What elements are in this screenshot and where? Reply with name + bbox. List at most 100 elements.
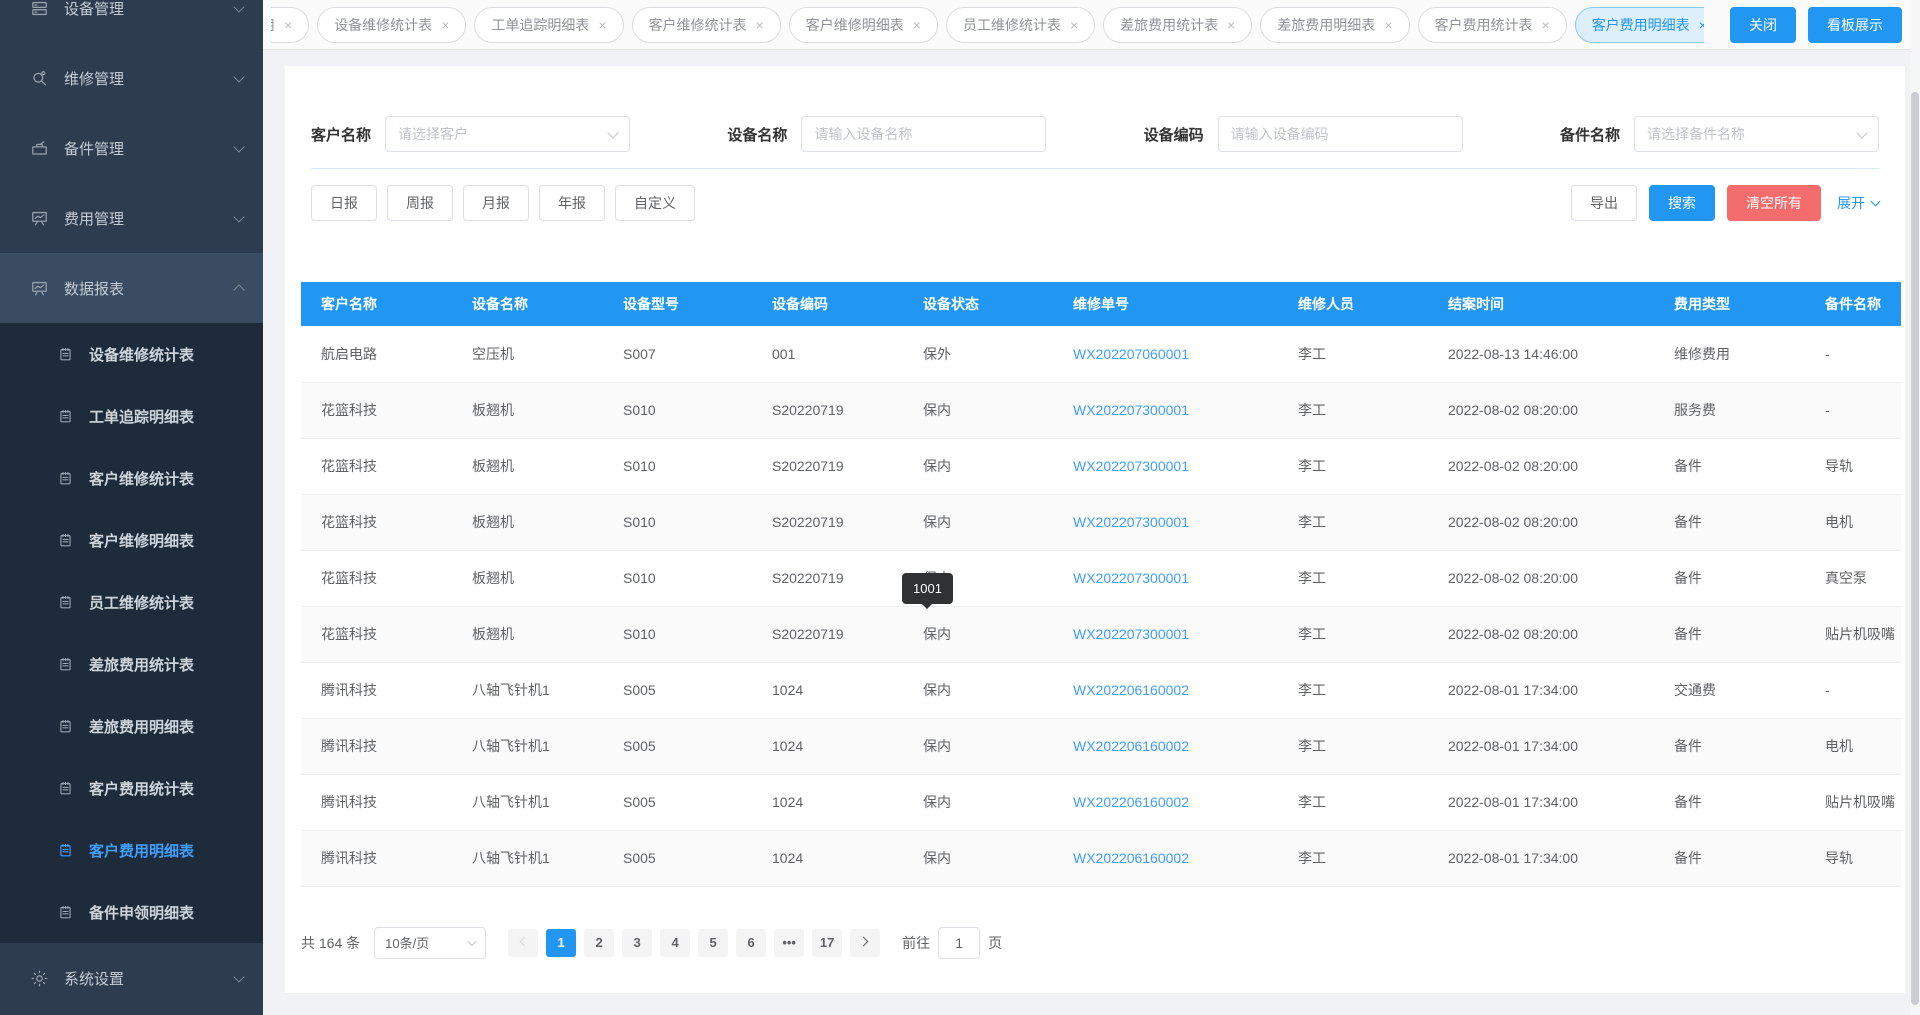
filter-input-1[interactable]	[801, 116, 1046, 152]
close-icon[interactable]: ×	[1384, 17, 1392, 33]
sidebar-item-4[interactable]: 数据报表	[0, 253, 263, 323]
sidebar-subitem-7[interactable]: 客户费用统计表	[0, 757, 263, 819]
table-cell: 2022-08-02 08:20:00	[1428, 550, 1654, 606]
tab-0[interactable]: 用×	[271, 7, 309, 43]
table-cell: S005	[603, 830, 752, 886]
period-button-0[interactable]: 日报	[311, 185, 377, 221]
prev-page-button[interactable]	[508, 929, 538, 957]
table-cell: 李工	[1278, 438, 1428, 494]
board-display-button[interactable]: 看板展示	[1808, 7, 1902, 43]
repair-order-link[interactable]: WX202207300001	[1053, 606, 1278, 662]
tab-2[interactable]: 工单追踪明细表×	[474, 7, 623, 43]
close-icon[interactable]: ×	[598, 17, 606, 33]
sidebar-subitem-2[interactable]: 客户维修统计表	[0, 447, 263, 509]
sidebar-subitem-label: 客户费用统计表	[89, 778, 194, 799]
table-row-2: 花篮科技板翘机S010S20220719保内WX202207300001李工20…	[301, 438, 1901, 494]
export-button[interactable]: 导出	[1571, 185, 1637, 221]
sidebar-item-5[interactable]: 系统设置	[0, 943, 263, 1013]
repair-order-link[interactable]: WX202206160002	[1053, 718, 1278, 774]
sidebar-menu: 设备管理维修管理备件管理费用管理数据报表设备维修统计表工单追踪明细表客户维修统计…	[0, 0, 263, 1013]
expand-link[interactable]: 展开	[1837, 193, 1879, 213]
table-cell: 八轴飞针机1	[452, 718, 603, 774]
period-button-3[interactable]: 年报	[539, 185, 605, 221]
page-button-4[interactable]: 4	[660, 929, 690, 957]
close-icon[interactable]: ×	[1070, 17, 1078, 33]
scrollbar-thumb[interactable]	[1911, 92, 1919, 1005]
page-button-3[interactable]: 3	[622, 929, 652, 957]
search-button[interactable]: 搜索	[1649, 185, 1715, 221]
goto-page-input[interactable]	[938, 927, 980, 959]
close-icon[interactable]: ×	[913, 17, 921, 33]
tab-1[interactable]: 设备维修统计表×	[317, 7, 466, 43]
table-cell: 空压机	[452, 326, 603, 382]
notebook-icon	[57, 904, 74, 921]
tooltip: 1001	[902, 573, 953, 604]
next-page-button[interactable]	[850, 929, 880, 957]
close-icon[interactable]: ×	[1542, 17, 1550, 33]
repair-order-link[interactable]: WX202207300001	[1053, 382, 1278, 438]
tab-4[interactable]: 客户维修明细表×	[789, 7, 938, 43]
close-icon[interactable]: ×	[1699, 17, 1704, 33]
page-button-17[interactable]: 17	[812, 929, 842, 957]
sidebar-item-3[interactable]: 费用管理	[0, 183, 263, 253]
repair-order-link[interactable]: WX202207300001	[1053, 494, 1278, 550]
filter-select-3[interactable]: 请选择备件名称	[1634, 116, 1879, 152]
close-icon[interactable]: ×	[1227, 17, 1235, 33]
tab-7[interactable]: 差旅费用明细表×	[1260, 7, 1409, 43]
sidebar-item-1[interactable]: 维修管理	[0, 43, 263, 113]
repair-order-link[interactable]: WX202207300001	[1053, 550, 1278, 606]
close-icon[interactable]: ×	[441, 17, 449, 33]
page-ellipsis[interactable]: •••	[774, 929, 804, 957]
page-button-6[interactable]: 6	[736, 929, 766, 957]
period-button-4[interactable]: 自定义	[615, 185, 695, 221]
repair-order-link[interactable]: WX202206160002	[1053, 830, 1278, 886]
repair-order-link[interactable]: WX202206160002	[1053, 662, 1278, 718]
table-row-0: 航启电路空压机S007001保外WX202207060001李工2022-08-…	[301, 326, 1901, 382]
clear-all-button[interactable]: 清空所有	[1727, 185, 1821, 221]
sidebar-subitem-6[interactable]: 差旅费用明细表	[0, 695, 263, 757]
filter-select-0[interactable]: 请选择客户	[385, 116, 630, 152]
sidebar-item-0[interactable]: 设备管理	[0, 0, 263, 43]
close-icon[interactable]: ×	[284, 17, 292, 33]
sidebar-item-2[interactable]: 备件管理	[0, 113, 263, 183]
table-cell: 八轴飞针机1	[452, 774, 603, 830]
sidebar-subitem-4[interactable]: 员工维修统计表	[0, 571, 263, 633]
sidebar-subitem-label: 客户费用明细表	[89, 840, 194, 861]
period-button-2[interactable]: 月报	[463, 185, 529, 221]
tab-8[interactable]: 客户费用统计表×	[1418, 7, 1567, 43]
table-cell: 2022-08-01 17:34:00	[1428, 774, 1654, 830]
sidebar-subitem-8[interactable]: 客户费用明细表	[0, 819, 263, 881]
column-header-9: 备件名称	[1805, 282, 1901, 326]
total-count: 共 164 条	[301, 933, 360, 953]
sidebar-subitem-1[interactable]: 工单追踪明细表	[0, 385, 263, 447]
tab-label: 用	[271, 15, 275, 35]
table-cell: 李工	[1278, 606, 1428, 662]
tab-9[interactable]: 客户费用明细表×	[1575, 7, 1704, 43]
table-cell: S005	[603, 774, 752, 830]
tab-strip: 用×设备维修统计表×工单追踪明细表×客户维修统计表×客户维修明细表×员工维修统计…	[271, 7, 1704, 43]
close-button[interactable]: 关闭	[1730, 7, 1796, 43]
table-cell: 备件	[1654, 774, 1805, 830]
sidebar-subitem-0[interactable]: 设备维修统计表	[0, 323, 263, 385]
page-button-2[interactable]: 2	[584, 929, 614, 957]
tab-5[interactable]: 员工维修统计表×	[946, 7, 1095, 43]
tab-3[interactable]: 客户维修统计表×	[632, 7, 781, 43]
select-placeholder: 请选择备件名称	[1647, 124, 1745, 144]
page-button-5[interactable]: 5	[698, 929, 728, 957]
filter-input-2[interactable]	[1218, 116, 1463, 152]
column-header-2: 设备型号	[603, 282, 752, 326]
repair-order-link[interactable]: WX202207300001	[1053, 438, 1278, 494]
sidebar-subitem-9[interactable]: 备件申领明细表	[0, 881, 263, 943]
table-body: 航启电路空压机S007001保外WX202207060001李工2022-08-…	[301, 326, 1901, 886]
repair-order-link[interactable]: WX202206160002	[1053, 774, 1278, 830]
sidebar-subitem-3[interactable]: 客户维修明细表	[0, 509, 263, 571]
repair-order-link[interactable]: WX202207060001	[1053, 326, 1278, 382]
sidebar-subitem-5[interactable]: 差旅费用统计表	[0, 633, 263, 695]
tab-6[interactable]: 差旅费用统计表×	[1103, 7, 1252, 43]
page-button-1[interactable]: 1	[546, 929, 576, 957]
page-scrollbar[interactable]	[1910, 0, 1920, 1015]
period-button-1[interactable]: 周报	[387, 185, 453, 221]
close-icon[interactable]: ×	[756, 17, 764, 33]
page-size-select[interactable]: 10条/页	[374, 927, 486, 959]
toolbar: 日报周报月报年报自定义 导出 搜索 清空所有 展开	[285, 169, 1905, 237]
